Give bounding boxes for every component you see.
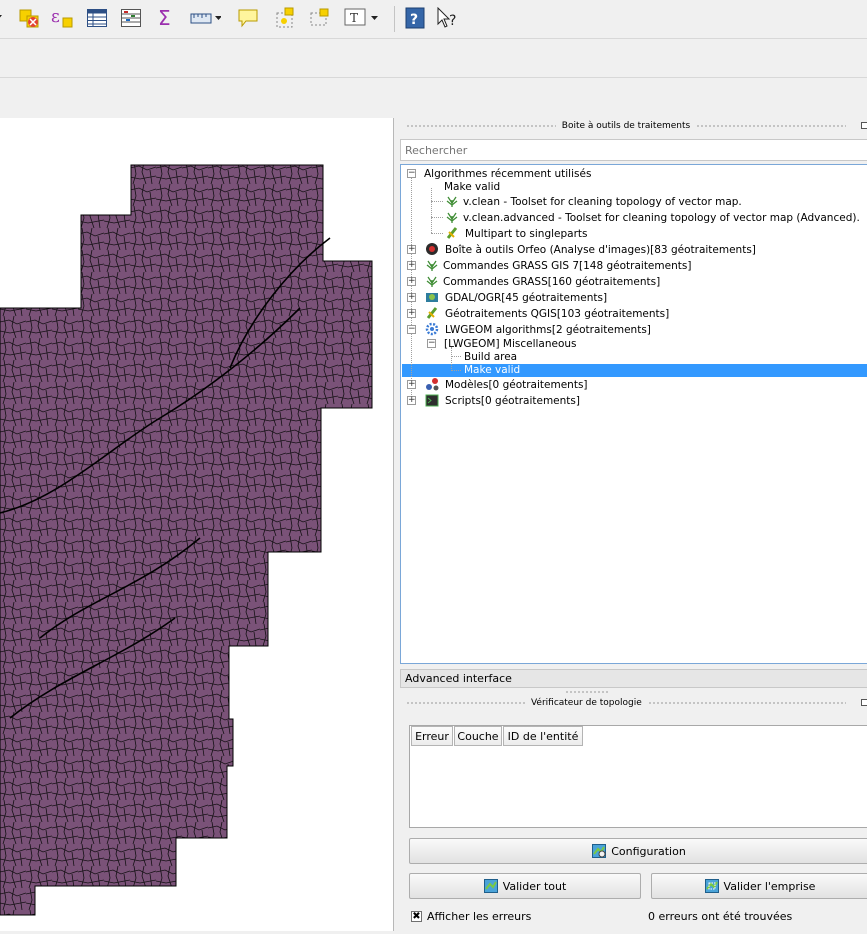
validate-extent-button[interactable]: Valider l'emprise bbox=[651, 873, 867, 899]
orfeo-icon bbox=[426, 243, 438, 255]
grass-icon bbox=[446, 212, 458, 223]
expand-toggle-icon[interactable]: + bbox=[407, 309, 416, 318]
configuration-button[interactable]: Configuration bbox=[409, 838, 867, 864]
text-annotation-icon[interactable]: T bbox=[343, 6, 379, 30]
tree-item-recent[interactable]: Make valid bbox=[444, 179, 500, 195]
statistics-sum-icon[interactable]: Σ bbox=[154, 6, 178, 30]
toolbar-strip bbox=[0, 78, 867, 116]
measure-icon[interactable] bbox=[189, 6, 221, 30]
topology-checker-title-text: Vérificateur de topologie bbox=[530, 698, 642, 708]
tree-guide bbox=[451, 356, 461, 357]
errors-found-status: 0 erreurs ont été trouvées bbox=[648, 910, 793, 923]
grass-icon bbox=[446, 196, 458, 207]
tree-item-recent[interactable]: v.clean - Toolset for cleaning topology … bbox=[463, 194, 742, 210]
dock-grip bbox=[647, 701, 846, 705]
advanced-interface-button[interactable]: Advanced interface bbox=[400, 669, 867, 688]
expand-toggle-icon[interactable]: + bbox=[407, 245, 416, 254]
tree-item-make-valid-selected[interactable]: Make valid bbox=[464, 362, 520, 378]
svg-text:?: ? bbox=[410, 12, 418, 28]
validate-extent-icon bbox=[704, 879, 719, 893]
deselect-features-icon[interactable] bbox=[17, 6, 41, 30]
topology-config-icon bbox=[592, 844, 607, 858]
tree-provider[interactable]: Modèles[0 géotraitements] bbox=[445, 377, 588, 393]
show-bookmarks-icon[interactable] bbox=[307, 6, 331, 30]
whats-this-icon[interactable]: ? bbox=[436, 6, 460, 30]
qgis-algorithm-icon bbox=[426, 307, 438, 319]
validate-topology-icon bbox=[483, 879, 498, 893]
grass-icon bbox=[426, 260, 438, 271]
tree-guide bbox=[431, 217, 443, 218]
tree-provider[interactable]: GDAL/OGR[45 géotraitements] bbox=[445, 290, 607, 306]
new-bookmark-icon[interactable] bbox=[273, 6, 297, 30]
expand-toggle-icon[interactable]: + bbox=[407, 261, 416, 270]
map-layer-polygons bbox=[0, 164, 373, 916]
map-canvas[interactable] bbox=[0, 118, 394, 931]
attribute-table-icon[interactable] bbox=[85, 6, 109, 30]
column-header-couche[interactable]: Couche bbox=[454, 726, 502, 746]
expression-select-icon[interactable]: ε bbox=[50, 6, 74, 30]
tree-guide bbox=[451, 370, 461, 371]
column-header-id[interactable]: ID de l'entité bbox=[503, 726, 583, 746]
show-errors-checkbox[interactable]: ✖ bbox=[411, 911, 422, 922]
column-header-erreur[interactable]: Erreur bbox=[411, 726, 453, 746]
gear-icon bbox=[425, 322, 439, 336]
grass-icon bbox=[426, 276, 438, 287]
tree-provider[interactable]: Commandes GRASS GIS 7[148 géotraitements… bbox=[443, 258, 691, 274]
tree-provider[interactable]: Boîte à outils Orfeo (Analyse d'images)[… bbox=[445, 242, 756, 258]
dropdown-arrow-icon[interactable] bbox=[0, 6, 6, 30]
svg-text:?: ? bbox=[449, 13, 456, 29]
validate-extent-label: Valider l'emprise bbox=[723, 879, 816, 893]
validate-all-label: Valider tout bbox=[502, 879, 567, 893]
topology-checker-title: Vérificateur de topologie bbox=[400, 696, 852, 710]
tree-item-recent[interactable]: Multipart to singleparts bbox=[465, 226, 588, 242]
main-toolbar: ε Σ T ? ? bbox=[0, 0, 867, 39]
validate-all-button[interactable]: Valider tout bbox=[409, 873, 641, 899]
tree-item-recent[interactable]: v.clean.advanced - Toolset for cleaning … bbox=[463, 210, 860, 226]
tree-provider[interactable]: Géotraitements QGIS[103 géotraitements] bbox=[445, 306, 669, 322]
tree-guide bbox=[431, 188, 432, 233]
dock-grip bbox=[406, 124, 556, 128]
dock-grip bbox=[696, 124, 847, 128]
help-book-icon[interactable]: ? bbox=[403, 6, 427, 30]
toolbar-separator bbox=[394, 6, 395, 32]
show-errors-label: Afficher les erreurs bbox=[427, 910, 532, 923]
expand-toggle-icon[interactable]: + bbox=[407, 277, 416, 286]
secondary-toolbar bbox=[0, 39, 867, 78]
expand-toggle-icon[interactable]: + bbox=[407, 380, 416, 389]
field-calculator-icon[interactable] bbox=[119, 6, 143, 30]
processing-toolbox-title-text: Boite à outils de traitements bbox=[561, 121, 691, 131]
collapse-toggle-icon[interactable]: − bbox=[427, 339, 436, 348]
processing-algorithm-tree[interactable]: − Algorithmes récemment utilisés Make va… bbox=[400, 164, 867, 664]
collapse-toggle-icon[interactable]: − bbox=[407, 325, 416, 334]
svg-text:Σ: Σ bbox=[158, 7, 171, 29]
configuration-button-label: Configuration bbox=[611, 844, 686, 858]
script-terminal-icon bbox=[425, 394, 439, 407]
expand-toggle-icon[interactable]: + bbox=[407, 293, 416, 302]
svg-text:ε: ε bbox=[51, 7, 60, 27]
dock-float-icon[interactable] bbox=[861, 122, 867, 129]
tree-provider[interactable]: Scripts[0 géotraitements] bbox=[445, 393, 580, 409]
qgis-algorithm-icon bbox=[446, 227, 458, 239]
processing-search-input[interactable] bbox=[400, 139, 867, 161]
dock-splitter-grip[interactable] bbox=[565, 690, 610, 694]
annotation-balloon-icon[interactable] bbox=[236, 6, 260, 30]
tree-provider[interactable]: Commandes GRASS[160 géotraitements] bbox=[443, 274, 660, 290]
dock-grip bbox=[406, 701, 525, 705]
gdal-icon bbox=[426, 293, 438, 302]
tree-guide bbox=[431, 201, 443, 202]
collapse-toggle-icon[interactable]: − bbox=[407, 169, 416, 178]
processing-toolbox-title: Boite à outils de traitements bbox=[400, 119, 852, 133]
expand-toggle-icon[interactable]: + bbox=[407, 396, 416, 405]
dock-float-icon[interactable] bbox=[861, 699, 867, 706]
topology-errors-table[interactable]: Erreur Couche ID de l'entité bbox=[409, 725, 867, 828]
tree-guide bbox=[431, 233, 443, 234]
models-icon bbox=[426, 378, 439, 391]
svg-text:T: T bbox=[350, 11, 358, 25]
tree-guide bbox=[411, 178, 412, 403]
